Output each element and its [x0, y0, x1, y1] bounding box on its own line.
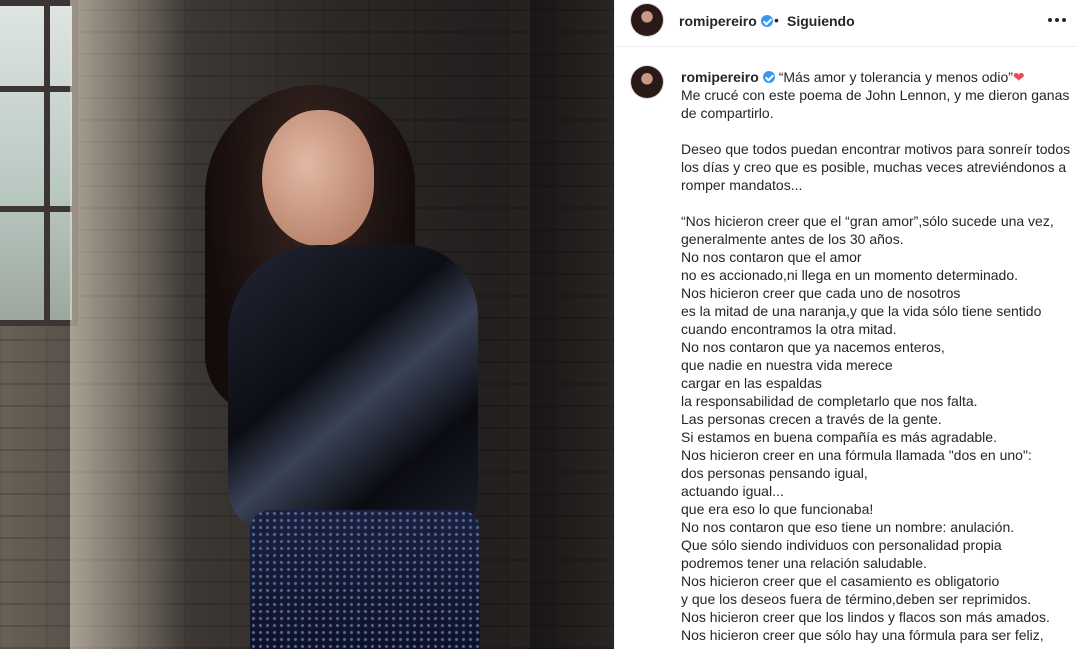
caption-avatar[interactable] — [631, 66, 663, 98]
caption-line: Nos hicieron creer que sólo hay una fórm… — [681, 627, 1044, 643]
caption-line: y que los deseos fuera de término,deben … — [681, 591, 1032, 607]
caption-line: Nos hicieron creer que los lindos y flac… — [681, 609, 1050, 625]
header-username-text[interactable]: romipereiro — [679, 13, 757, 29]
caption-line: la responsabilidad de completarlo que no… — [681, 393, 978, 409]
shadow-pillar — [530, 0, 614, 649]
caption-line: es la mitad de una naranja,y que la vida… — [681, 303, 1046, 337]
person-face — [262, 110, 374, 246]
caption-line: Nos hicieron creer en una fórmula llamad… — [681, 447, 1032, 463]
caption-line: No nos contaron que ya nacemos enteros, — [681, 339, 945, 355]
caption-line: Que sólo siendo individuos con personali… — [681, 537, 1002, 553]
caption-line: Me crucé con este poema de John Lennon, … — [681, 87, 1074, 121]
caption-text: romipereiro “Más amor y tolerancia y men… — [681, 68, 1073, 644]
post-photo[interactable] — [0, 0, 614, 649]
following-button[interactable]: Siguiendo — [787, 13, 855, 29]
caption-line: Nos hicieron creer que el casamiento es … — [681, 573, 1000, 589]
caption-line: cargar en las espaldas — [681, 375, 822, 391]
person-skirt — [250, 510, 480, 649]
post-side-panel: romipereiro • Siguiendo romipereiro “Más… — [614, 0, 1077, 649]
caption-line: No nos contaron que eso tiene un nombre:… — [681, 519, 1015, 535]
verified-badge-icon — [762, 71, 775, 83]
caption-line: No nos contaron que el amor — [681, 249, 862, 265]
caption-line: Deseo que todos puedan encontrar motivos… — [681, 141, 1075, 193]
separator-dot: • — [774, 12, 779, 28]
caption-lines: Me crucé con este poema de John Lennon, … — [681, 86, 1073, 644]
heart-emoji: ❤ — [1012, 69, 1025, 85]
caption-title: “Más amor y tolerancia y menos odio” — [774, 69, 1013, 85]
caption-username[interactable]: romipereiro — [681, 69, 759, 85]
caption-line — [681, 194, 1073, 212]
avatar[interactable] — [631, 4, 663, 36]
caption-line: “Nos hicieron creer que el “gran amor”,s… — [681, 213, 1058, 247]
caption-line: Si estamos en buena compañía es más agra… — [681, 429, 997, 445]
person-jacket — [228, 245, 478, 530]
window-light — [70, 0, 190, 649]
caption-line — [681, 122, 1073, 140]
verified-badge-icon — [760, 15, 773, 27]
caption-line: que era eso lo que funcionaba! — [681, 501, 874, 517]
header-username[interactable]: romipereiro — [679, 13, 773, 29]
caption-line: que nadie en nuestra vida merece — [681, 357, 893, 373]
window — [0, 0, 78, 326]
caption-line: no es accionado,ni llega en un momento d… — [681, 267, 1018, 283]
caption-line: Nos hicieron creer que cada uno de nosot… — [681, 285, 961, 301]
post-header: romipereiro • Siguiendo — [615, 0, 1077, 47]
caption-first-line: romipereiro “Más amor y tolerancia y men… — [681, 68, 1073, 86]
caption-line: podremos tener una relación saludable. — [681, 555, 927, 571]
caption-line: actuando igual... — [681, 483, 784, 499]
ellipsis-icon[interactable] — [1045, 10, 1069, 30]
caption-line: dos personas pensando igual, — [681, 465, 868, 481]
caption-line: Las personas crecen a través de la gente… — [681, 411, 942, 427]
